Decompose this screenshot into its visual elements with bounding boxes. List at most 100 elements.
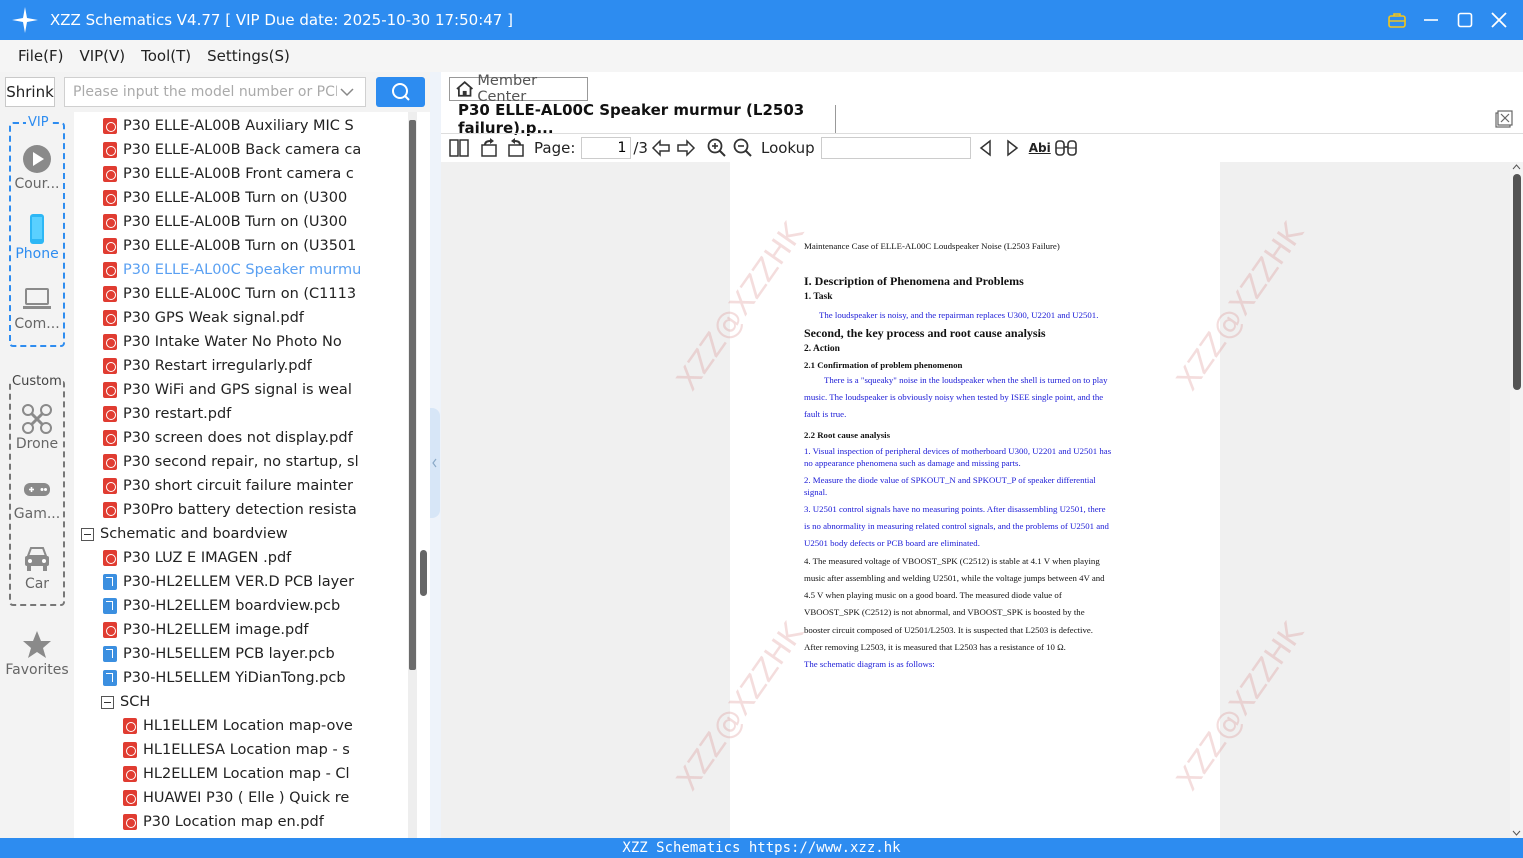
chevron-down-icon[interactable] xyxy=(337,82,357,102)
doc-p2-line2: signal. xyxy=(804,487,828,497)
nav-game-label: Gam... xyxy=(13,506,61,522)
page-number-input[interactable] xyxy=(581,137,632,159)
tree-file-item[interactable]: P30-HL5ELLEM PCB layer.pcb xyxy=(103,642,335,666)
tree-file-item[interactable]: P30 restart.pdf xyxy=(103,402,231,426)
zoom-out-icon[interactable] xyxy=(732,137,754,159)
tree-file-item[interactable]: P30 Location map en.pdf xyxy=(123,810,324,834)
tree-file-item[interactable]: P30 LUZ E IMAGEN .pdf xyxy=(103,546,291,570)
pdf-viewer[interactable]: Maintenance Case of ELLE-AL00C Loudspeak… xyxy=(441,162,1523,838)
tree-file-item[interactable]: P30Pro battery detection resista xyxy=(103,498,357,522)
rotate-left-icon[interactable] xyxy=(478,137,500,159)
tree-scroll-handle[interactable] xyxy=(420,550,427,596)
viewer-scroll-thumb[interactable] xyxy=(1513,174,1521,390)
document-tab[interactable]: P30 ELLE-AL00C Speaker murmur (L2503 fai… xyxy=(441,101,836,137)
find-previous-icon[interactable] xyxy=(975,137,997,159)
model-search-box[interactable] xyxy=(64,77,366,107)
collapse-tab[interactable] xyxy=(430,408,440,518)
nav-car[interactable]: Car xyxy=(0,544,74,592)
pdf-file-icon xyxy=(103,214,117,230)
tree-file-item[interactable]: P30 ELLE-AL00B Turn on (U300 xyxy=(103,210,347,234)
collapse-icon[interactable] xyxy=(81,527,94,541)
minimize-button[interactable] xyxy=(1421,10,1441,30)
tree-file-item[interactable]: P30-HL2ELLEM image.pdf xyxy=(103,618,309,642)
nav-game[interactable]: Gam... xyxy=(0,474,74,522)
tree-file-item[interactable]: HUAWEI P30 ( Elle ) Quick re xyxy=(123,786,349,810)
tree-item-label: P30-HL2ELLEM boardview.pcb xyxy=(123,598,341,614)
tree-file-item[interactable]: P30 WiFi and GPS signal is weal xyxy=(103,378,352,402)
member-center-button[interactable]: Member Center xyxy=(449,73,588,105)
menu-file[interactable]: File(F) xyxy=(10,47,71,65)
doc-p21-line1: There is a "squeaky" noise in the loudsp… xyxy=(824,375,1108,385)
tree-file-item[interactable]: P30 ELLE-AL00B Turn on (U300 xyxy=(103,186,347,210)
search-button[interactable] xyxy=(376,77,425,107)
scroll-up-icon[interactable] xyxy=(1510,162,1523,172)
match-case-button[interactable]: Abi xyxy=(1027,137,1053,159)
tree-file-item[interactable]: P30 Intake Water No Photo No xyxy=(103,330,342,354)
next-page-icon[interactable] xyxy=(675,137,697,159)
previous-page-icon[interactable] xyxy=(650,137,672,159)
tree-horizontal-track[interactable] xyxy=(408,112,417,838)
maximize-button[interactable] xyxy=(1455,10,1475,30)
tree-scroll-thumb[interactable] xyxy=(409,120,416,670)
tree-file-item[interactable]: P30 ELLE-AL00B Front camera c xyxy=(103,162,354,186)
tree-item-label: P30 ELLE-AL00B Back camera ca xyxy=(123,142,362,158)
tree-file-item[interactable]: P30-HL5ELLEM YiDianTong.pcb xyxy=(103,666,346,690)
tree-file-item[interactable]: HL2ELLEM Location map - Cl xyxy=(123,762,350,786)
panel-splitter[interactable] xyxy=(430,72,441,838)
menu-tool[interactable]: Tool(T) xyxy=(133,47,199,65)
tree-file-item[interactable]: HL1ELLESA Location map - s xyxy=(123,738,350,762)
tree-file-item[interactable]: HL1ELLEM Location map-ove xyxy=(123,714,353,738)
two-page-view-icon[interactable] xyxy=(448,137,470,159)
binoculars-icon[interactable] xyxy=(1054,137,1077,159)
model-search-input[interactable] xyxy=(73,84,337,100)
title-bar: XZZ Schematics V4.77 [ VIP Due date: 202… xyxy=(0,0,1523,40)
tree-item-label: P30Pro battery detection resista xyxy=(123,502,357,518)
pdf-file-icon xyxy=(103,118,117,134)
tree-file-item[interactable]: P30 ELLE-AL00C Speaker murmu xyxy=(103,258,361,282)
zoom-in-icon[interactable] xyxy=(706,137,728,159)
rotate-right-icon[interactable] xyxy=(505,137,527,159)
tree-folder[interactable]: Schematic and boardview xyxy=(81,522,288,546)
collapse-icon[interactable] xyxy=(101,695,114,709)
nav-favorites[interactable]: Favorites xyxy=(0,630,74,678)
tree-file-item[interactable]: P30 ELLE-AL00B Turn on (U3501 xyxy=(103,234,356,258)
pdf-file-icon xyxy=(103,502,117,518)
shrink-button[interactable]: Shrink xyxy=(5,77,55,107)
tree-item-label: P30 Restart irregularly.pdf xyxy=(123,358,312,374)
tree-file-item[interactable]: P30 screen does not display.pdf xyxy=(103,426,353,450)
nav-course[interactable]: Cour... xyxy=(0,144,74,192)
tree-folder[interactable]: SCH xyxy=(101,690,150,714)
tree-item-label: Schematic and boardview xyxy=(100,526,288,542)
nav-computer[interactable]: Com... xyxy=(0,284,74,332)
tree-item-label: P30 WiFi and GPS signal is weal xyxy=(123,382,352,398)
close-button[interactable] xyxy=(1489,10,1509,30)
tree-file-item[interactable]: P30 ELLE-AL00B Auxiliary MIC S xyxy=(103,114,354,138)
tree-scrollbar[interactable] xyxy=(408,112,430,838)
doc-header: Maintenance Case of ELLE-AL00C Loudspeak… xyxy=(804,241,1060,251)
tree-file-item[interactable]: P30 short circuit failure mainter xyxy=(103,474,353,498)
vip-bag-icon[interactable] xyxy=(1387,10,1407,30)
pcb-file-icon xyxy=(103,646,117,662)
close-tab-icon[interactable] xyxy=(1495,110,1513,128)
menu-settings[interactable]: Settings(S) xyxy=(199,47,298,65)
category-sidebar: VIP Cour... Phone Com... Custom Drone Ga… xyxy=(0,112,74,838)
viewer-scrollbar[interactable] xyxy=(1510,162,1523,838)
tree-file-item[interactable]: P30-HL2ELLEM VER.D PCB layer xyxy=(103,570,354,594)
tree-item-label: SCH xyxy=(120,694,151,710)
lookup-input[interactable] xyxy=(820,137,971,159)
tree-file-item[interactable]: P30 ELLE-AL00B Back camera ca xyxy=(103,138,361,162)
pdf-file-icon xyxy=(103,622,117,638)
tree-file-item[interactable]: P30 ELLE-AL00C Turn on (C1113 xyxy=(103,282,356,306)
tree-file-item[interactable]: P30 Restart irregularly.pdf xyxy=(103,354,312,378)
scroll-down-icon[interactable] xyxy=(1510,828,1523,838)
car-icon xyxy=(25,547,49,571)
nav-drone[interactable]: Drone xyxy=(0,404,74,452)
file-tree[interactable]: P30 ELLE-AL00B Auxiliary MIC S P30 ELLE-A… xyxy=(74,112,408,838)
menu-vip[interactable]: VIP(V) xyxy=(71,47,133,65)
find-next-icon[interactable] xyxy=(1001,137,1023,159)
nav-phone[interactable]: Phone xyxy=(0,214,74,262)
tree-file-item[interactable]: P30 GPS Weak signal.pdf xyxy=(103,306,304,330)
tree-file-item[interactable]: P30-HL2ELLEM boardview.pcb xyxy=(103,594,340,618)
tree-item-label: P30 ELLE-AL00B Turn on (U300 xyxy=(123,214,348,230)
tree-file-item[interactable]: P30 second repair, no startup, sl xyxy=(103,450,359,474)
